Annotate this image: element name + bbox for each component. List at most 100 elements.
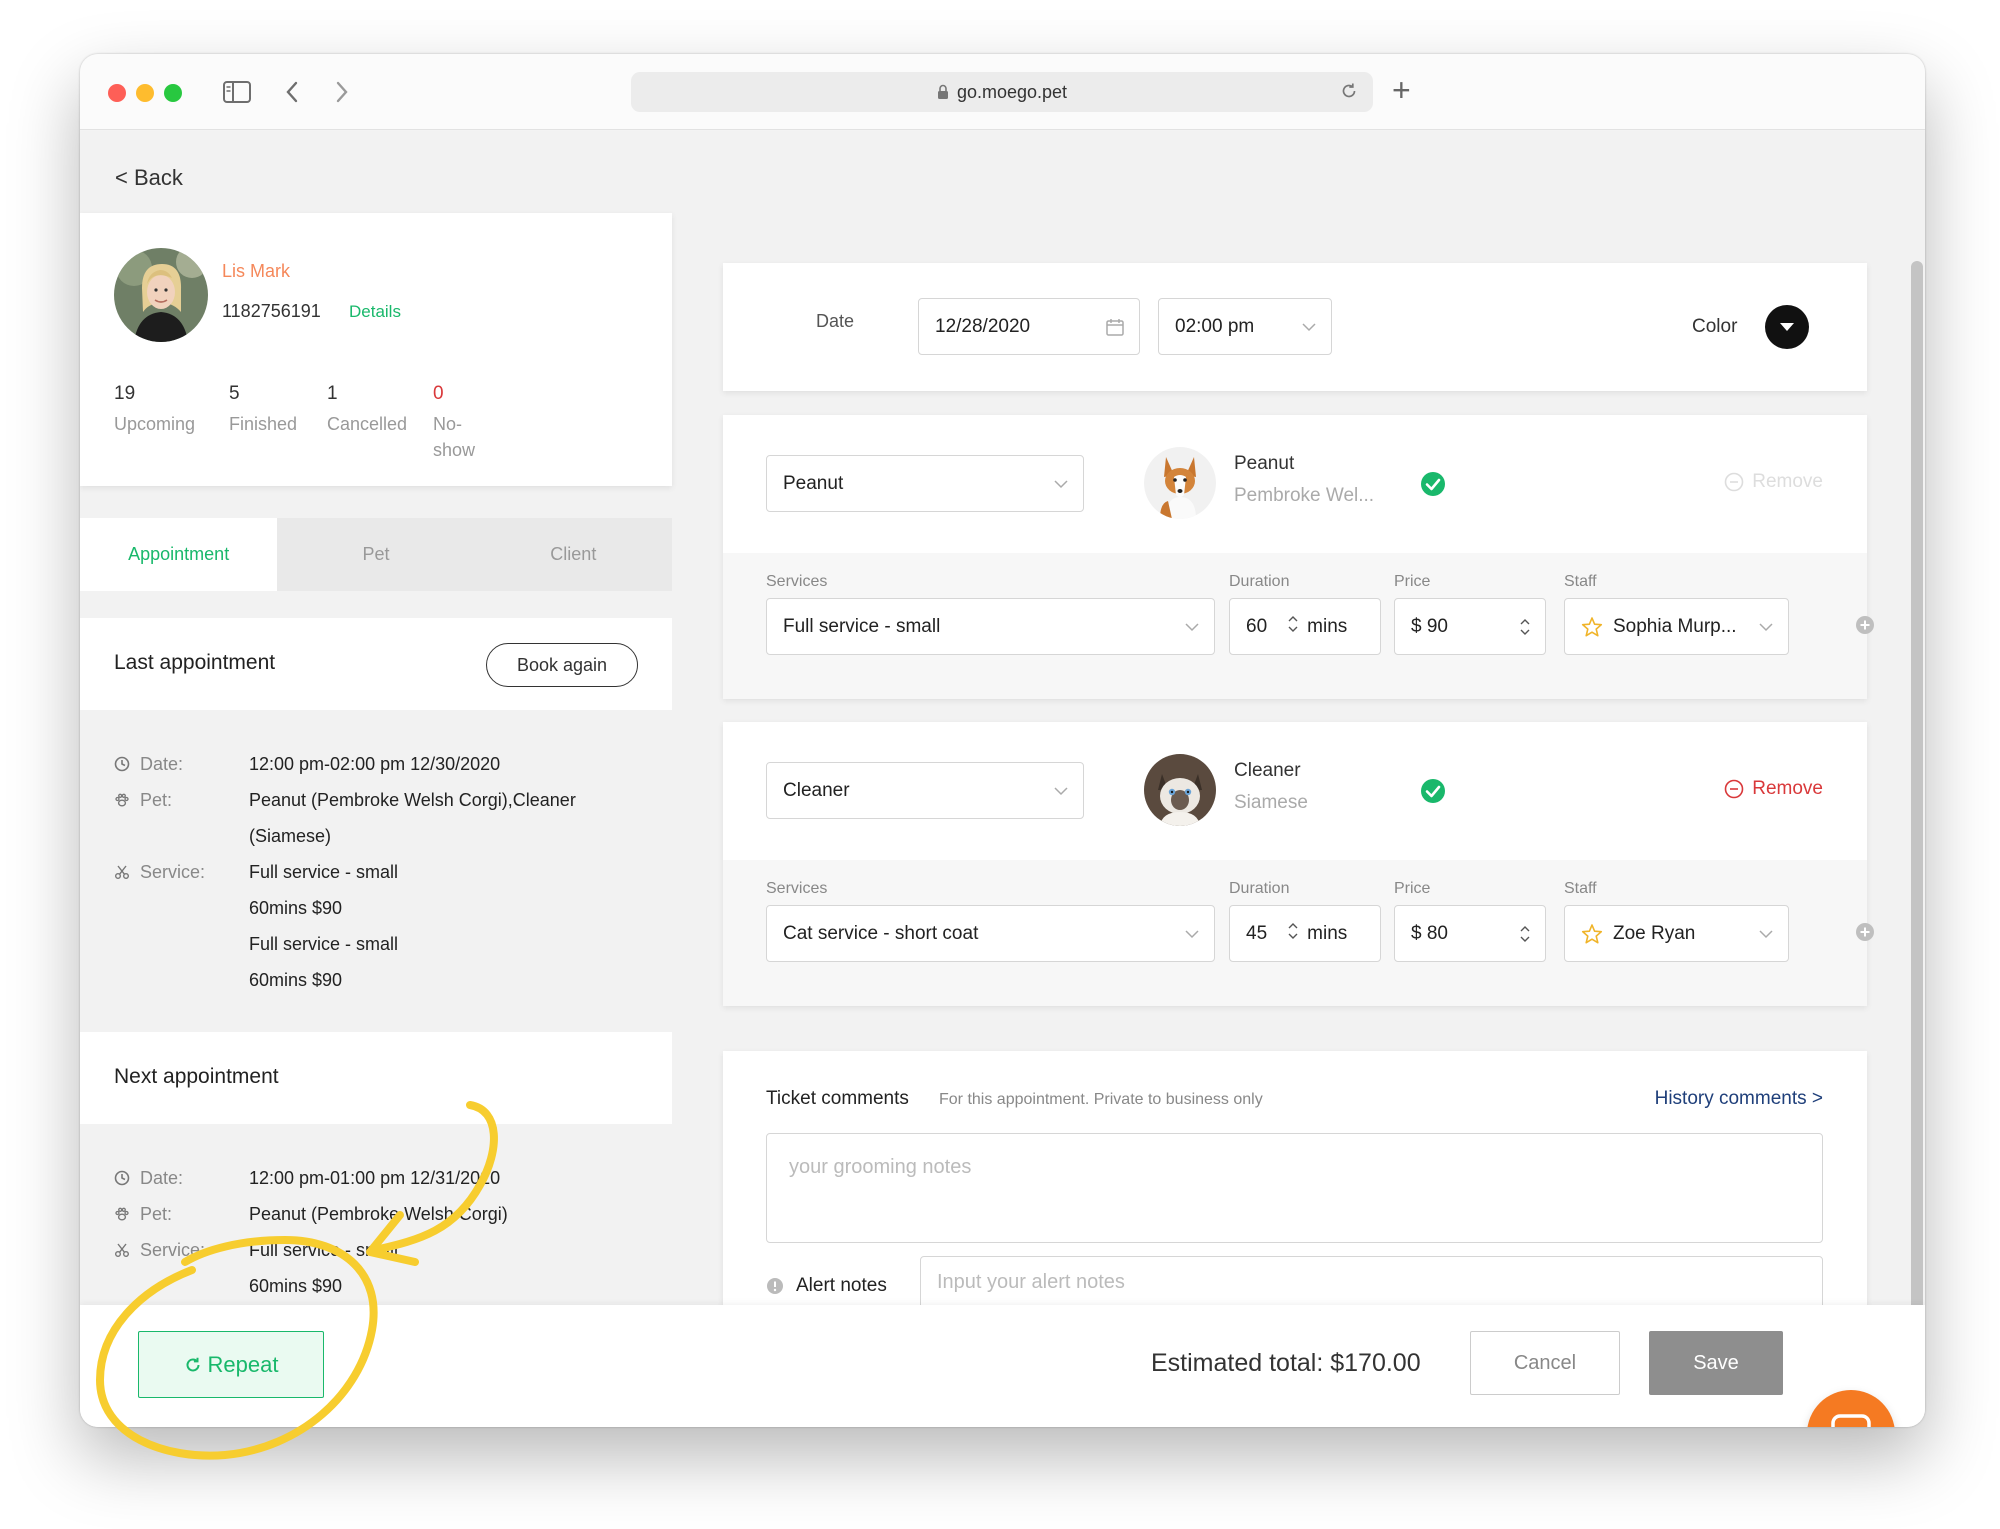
next-appointment-title: Next appointment (114, 1065, 279, 1088)
next-date-value: 12:00 pm-01:00 pm 12/31/2020 (249, 1168, 501, 1188)
cancel-button[interactable]: Cancel (1470, 1331, 1620, 1395)
next-pet-value: Peanut (Pembroke Welsh Corgi) (249, 1204, 508, 1224)
browser-window: go.moego.pet + < Back Lis Mark 118275619… (80, 54, 1925, 1427)
star-icon (1581, 616, 1603, 638)
scissors-icon (115, 1243, 129, 1257)
reload-icon[interactable] (1339, 81, 1359, 106)
last-pet-key-text: Pet: (140, 790, 173, 810)
last-pet-value-cont: (Siamese) (249, 826, 332, 846)
next-date-key-text: Date: (140, 1168, 184, 1188)
stepper-icon[interactable] (1519, 906, 1531, 961)
remove-label: Remove (1752, 778, 1823, 799)
next-date-row: Date: 12:00 pm-01:00 pm 12/31/2020 (114, 1160, 500, 1196)
pet-select[interactable]: Cleaner (766, 762, 1084, 819)
time-select[interactable]: 02:00 pm (1158, 298, 1332, 355)
color-label: Color (1692, 316, 1738, 337)
sidebar-toggle-icon[interactable] (220, 76, 254, 108)
client-name[interactable]: Lis Mark (222, 261, 290, 282)
last-service-row: Service: Full service - small (114, 854, 398, 890)
staff-label: Staff (1564, 573, 1597, 590)
duration-input[interactable]: 60 mins (1229, 598, 1381, 655)
tab-appointment[interactable]: Appointment (80, 518, 278, 591)
calendar-icon (1105, 299, 1125, 354)
services-label: Services (766, 880, 828, 897)
last-date-value: 12:00 pm-02:00 pm 12/30/2020 (249, 754, 501, 774)
remove-pet-button[interactable]: Remove (1724, 471, 1823, 493)
ticket-comments-textarea[interactable]: your grooming notes (766, 1133, 1823, 1243)
new-tab-icon[interactable]: + (1392, 72, 1411, 108)
staff-select[interactable]: Sophia Murp... (1564, 598, 1789, 655)
price-input[interactable]: $ 90 (1394, 598, 1546, 655)
next-service-line: Full service - small (249, 1240, 399, 1260)
address-bar[interactable]: go.moego.pet (631, 72, 1373, 112)
stat-finished-label: Finished (229, 414, 298, 434)
alert-notes-label-text: Alert notes (796, 1275, 887, 1296)
pet-service-row: Services Duration Price Staff Full servi… (723, 553, 1874, 699)
last-appointment-header: Last appointment Book again (80, 618, 672, 710)
color-picker[interactable] (1765, 305, 1809, 349)
stepper-icon[interactable] (1519, 599, 1531, 654)
ticket-comments-title: Ticket comments (766, 1088, 909, 1109)
price-value: $ 80 (1411, 922, 1448, 944)
schedule-card: Date 12/28/2020 02:00 pm Color (723, 263, 1867, 391)
last-service-row-3: Full service - small (114, 926, 398, 962)
book-again-button[interactable]: Book again (486, 643, 638, 687)
staff-select[interactable]: Zoe Ryan (1564, 905, 1789, 962)
price-input[interactable]: $ 80 (1394, 905, 1546, 962)
repeat-button[interactable]: Repeat (138, 1331, 324, 1398)
add-service-icon[interactable] (1855, 922, 1875, 947)
pet-select[interactable]: Peanut (766, 455, 1084, 512)
staff-label: Staff (1564, 880, 1597, 897)
services-label: Services (766, 573, 828, 590)
check-circle-icon (1420, 471, 1446, 502)
next-pet-key-text: Pet: (140, 1204, 173, 1224)
clock-icon (114, 1170, 130, 1186)
chevron-down-icon (1184, 906, 1200, 961)
last-pet-key: Pet: (114, 782, 249, 818)
remove-pet-button[interactable]: Remove (1724, 778, 1823, 800)
back-arrow-icon[interactable] (280, 76, 304, 108)
next-service-key: Service: (114, 1232, 249, 1268)
duration-label: Duration (1229, 573, 1290, 590)
pet-select-value: Peanut (783, 472, 844, 494)
chevron-down-icon (1758, 906, 1774, 961)
duration-input[interactable]: 45 mins (1229, 905, 1381, 962)
duration-unit: mins (1307, 922, 1348, 944)
pet-service-row: Services Duration Price Staff Cat servic… (723, 860, 1874, 1006)
tab-client[interactable]: Client (475, 518, 672, 591)
client-details-link[interactable]: Details (349, 302, 401, 322)
chat-icon (1831, 1414, 1871, 1427)
stepper-icon[interactable] (1287, 921, 1299, 947)
forward-arrow-icon[interactable] (330, 76, 354, 108)
chevron-down-icon (1758, 599, 1774, 654)
close-window-button[interactable] (108, 84, 126, 102)
stepper-icon[interactable] (1287, 614, 1299, 640)
date-value: 12/28/2020 (935, 315, 1031, 337)
page-scrollbar[interactable] (1911, 261, 1923, 1416)
date-input[interactable]: 12/28/2020 (918, 298, 1140, 355)
stat-cancelled-value: 1 (327, 383, 338, 404)
service-value: Cat service - short coat (783, 922, 979, 944)
next-date-key: Date: (114, 1160, 249, 1196)
save-button[interactable]: Save (1649, 1331, 1783, 1395)
service-select[interactable]: Full service - small (766, 598, 1215, 655)
clock-icon (114, 756, 130, 772)
minimize-window-button[interactable] (136, 84, 154, 102)
history-comments-link[interactable]: History comments > (1655, 1088, 1823, 1110)
add-service-icon[interactable] (1855, 615, 1875, 640)
lock-icon (937, 84, 949, 100)
tab-pet[interactable]: Pet (277, 518, 474, 591)
pet-header: Cleaner Cleaner Siamese Remove (723, 722, 1867, 860)
last-pet-value: Peanut (Pembroke Welsh Corgi),Cleaner (249, 790, 576, 810)
back-link[interactable]: < Back (115, 165, 183, 191)
service-select[interactable]: Cat service - short coat (766, 905, 1215, 962)
scissors-icon (115, 865, 129, 879)
last-service-line: 60mins $90 (249, 970, 343, 990)
client-avatar (114, 248, 208, 342)
stat-finished: 5 Finished (229, 383, 297, 437)
service-value: Full service - small (783, 615, 941, 637)
zoom-window-button[interactable] (164, 84, 182, 102)
